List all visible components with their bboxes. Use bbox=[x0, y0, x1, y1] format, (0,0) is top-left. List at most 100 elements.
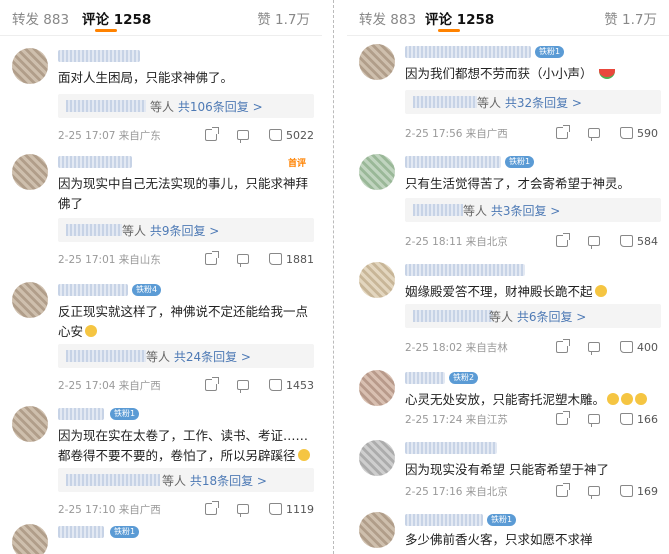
like-icon[interactable] bbox=[269, 253, 282, 265]
comment-item: 铁粉4 反正现实就这样了，神佛说不定还能给我一点心安 等人 共24条回复 > 2… bbox=[0, 282, 322, 394]
comment-meta: 2-25 17:24 来自江苏 bbox=[405, 414, 508, 426]
tab-comments[interactable]: 评论 1258 bbox=[82, 8, 151, 28]
tab-bar: 转发 883 评论 1258 赞 1.7万 bbox=[347, 0, 669, 36]
comment-actions: 1881 bbox=[185, 251, 314, 267]
like-icon[interactable] bbox=[620, 485, 633, 497]
reply-count-link[interactable]: 共24条回复 > bbox=[174, 350, 251, 364]
username-blurred[interactable] bbox=[405, 264, 525, 276]
share-icon[interactable] bbox=[556, 483, 570, 497]
comment-item: 面对人生困局，只能求神佛了。 等人 共106条回复 > 2-25 17:07 来… bbox=[0, 48, 322, 148]
reply-summary[interactable]: 等人 共3条回复 > bbox=[405, 198, 661, 222]
comment-item: 铁粉1 因为现在实在太卷了，工作、读书、考证……都卷得不要不要的，卷怕了，所以另… bbox=[0, 406, 322, 518]
username-blurred[interactable] bbox=[58, 156, 132, 168]
tab-repost[interactable]: 转发 883 bbox=[359, 8, 416, 28]
share-icon[interactable] bbox=[556, 339, 570, 353]
comment-meta: 2-25 17:56 来自广西 bbox=[405, 128, 508, 140]
comment-item: 铁粉1 只有生活觉得苦了，才会寄希望于神灵。 等人 共3条回复 > 2-25 1… bbox=[347, 154, 669, 250]
like-icon[interactable] bbox=[620, 235, 633, 247]
reply-users-blurred bbox=[413, 204, 463, 216]
username-blurred[interactable] bbox=[58, 526, 104, 538]
avatar[interactable] bbox=[359, 154, 395, 190]
like-icon[interactable] bbox=[620, 341, 633, 353]
share-icon[interactable] bbox=[556, 233, 570, 247]
avatar[interactable] bbox=[12, 406, 48, 442]
like-count: 584 bbox=[637, 234, 658, 248]
share-icon[interactable] bbox=[205, 251, 219, 265]
comment-actions: 400 bbox=[536, 339, 661, 355]
reply-count-link[interactable]: 共106条回复 > bbox=[178, 100, 263, 114]
reply-summary[interactable]: 等人 共32条回复 > bbox=[405, 90, 661, 114]
avatar[interactable] bbox=[12, 524, 48, 554]
comment-icon[interactable] bbox=[237, 504, 249, 517]
comment-icon[interactable] bbox=[588, 128, 600, 141]
comment-actions: 166 bbox=[536, 411, 661, 427]
reply-count-link[interactable]: 共32条回复 > bbox=[505, 96, 582, 110]
tab-comments[interactable]: 评论 1258 bbox=[425, 8, 494, 28]
like-icon[interactable] bbox=[620, 127, 633, 139]
fan-badge: 铁粉1 bbox=[505, 156, 535, 168]
comment-icon[interactable] bbox=[237, 130, 249, 143]
share-icon[interactable] bbox=[556, 125, 570, 139]
avatar[interactable] bbox=[12, 48, 48, 84]
comment-icon[interactable] bbox=[237, 380, 249, 393]
comment-icon[interactable] bbox=[588, 414, 600, 427]
username-blurred[interactable] bbox=[58, 408, 104, 420]
username-blurred[interactable] bbox=[405, 46, 531, 58]
like-icon[interactable] bbox=[269, 503, 282, 515]
reply-count-link[interactable]: 共3条回复 > bbox=[491, 204, 561, 218]
reply-count-link[interactable]: 共6条回复 > bbox=[517, 310, 587, 324]
share-icon[interactable] bbox=[205, 127, 219, 141]
tab-likes[interactable]: 赞 1.7万 bbox=[257, 8, 310, 28]
like-icon[interactable] bbox=[269, 379, 282, 391]
comment-icon[interactable] bbox=[588, 236, 600, 249]
reply-count-link[interactable]: 共18条回复 > bbox=[190, 474, 267, 488]
reply-summary[interactable]: 等人 共9条回复 > bbox=[58, 218, 314, 242]
username-blurred[interactable] bbox=[58, 50, 140, 62]
comment-item: 姻缘殿爱答不理，财神殿长跪不起 等人 共6条回复 > 2-25 18:02 来自… bbox=[347, 262, 669, 358]
share-icon[interactable] bbox=[205, 501, 219, 515]
avatar[interactable] bbox=[359, 512, 395, 548]
share-icon[interactable] bbox=[205, 377, 219, 391]
tab-repost[interactable]: 转发 883 bbox=[12, 8, 69, 28]
avatar[interactable] bbox=[12, 154, 48, 190]
comment-meta: 2-25 17:01 来自山东 bbox=[58, 254, 161, 266]
username-blurred[interactable] bbox=[58, 284, 128, 296]
like-icon[interactable] bbox=[620, 413, 633, 425]
reply-summary[interactable]: 等人 共106条回复 > bbox=[58, 94, 314, 118]
comment-meta: 2-25 17:16 来自北京 bbox=[405, 486, 508, 498]
emoji-icon bbox=[297, 449, 310, 461]
like-count: 1881 bbox=[286, 252, 314, 266]
avatar[interactable] bbox=[359, 440, 395, 476]
reply-people: 等人 bbox=[477, 96, 502, 110]
avatar[interactable] bbox=[359, 370, 395, 406]
comment-text: 因为现实中自己无法实现的事儿，只能求神拜佛了 bbox=[58, 176, 309, 211]
username-blurred[interactable] bbox=[405, 372, 445, 384]
comment-text: 姻缘殿爱答不理，财神殿长跪不起 bbox=[405, 282, 661, 302]
reply-summary[interactable]: 等人 共18条回复 > bbox=[58, 468, 314, 492]
comment-panel-left: 转发 883 评论 1258 赞 1.7万 面对人生困局，只能求神佛了。 等人 … bbox=[0, 0, 322, 554]
comment-text: 心灵无处安放，只能寄托泥塑木雕。 bbox=[405, 390, 661, 410]
reply-people: 等人 bbox=[463, 204, 488, 218]
comment-text-content: 心灵无处安放，只能寄托泥塑木雕。 bbox=[405, 392, 606, 407]
reply-summary[interactable]: 等人 共24条回复 > bbox=[58, 344, 314, 368]
username-blurred[interactable] bbox=[405, 442, 497, 454]
comment-icon[interactable] bbox=[588, 342, 600, 355]
fan-badge: 铁粉4 bbox=[132, 284, 162, 296]
share-icon[interactable] bbox=[556, 411, 570, 425]
comment-actions: 1119 bbox=[185, 501, 314, 517]
avatar[interactable] bbox=[359, 262, 395, 298]
username-blurred[interactable] bbox=[405, 156, 501, 168]
comment-text: 因为现在实在太卷了，工作、读书、考证……都卷得不要不要的，卷怕了，所以另辟蹊径 bbox=[58, 426, 314, 466]
reply-summary[interactable]: 等人 共6条回复 > bbox=[405, 304, 661, 328]
avatar[interactable] bbox=[359, 44, 395, 80]
comment-icon[interactable] bbox=[237, 254, 249, 267]
reply-users-blurred bbox=[413, 96, 477, 108]
comment-icon[interactable] bbox=[588, 486, 600, 499]
tab-likes[interactable]: 赞 1.7万 bbox=[604, 8, 657, 28]
like-icon[interactable] bbox=[269, 129, 282, 141]
avatar[interactable] bbox=[12, 282, 48, 318]
reply-count-link[interactable]: 共9条回复 > bbox=[150, 224, 220, 238]
reply-users-blurred bbox=[66, 350, 146, 362]
reply-people: 等人 bbox=[489, 310, 514, 324]
username-blurred[interactable] bbox=[405, 514, 483, 526]
